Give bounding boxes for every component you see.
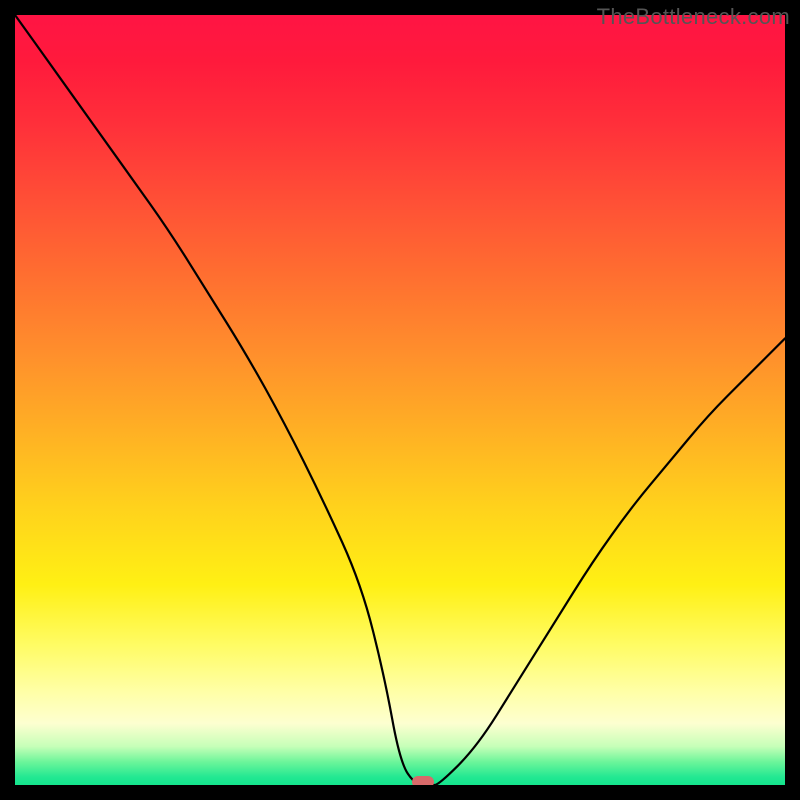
plot-area [15, 15, 785, 785]
bottleneck-curve [15, 15, 785, 785]
watermark-text: TheBottleneck.com [597, 4, 790, 30]
chart-frame: TheBottleneck.com [0, 0, 800, 800]
bottleneck-marker [412, 776, 434, 785]
